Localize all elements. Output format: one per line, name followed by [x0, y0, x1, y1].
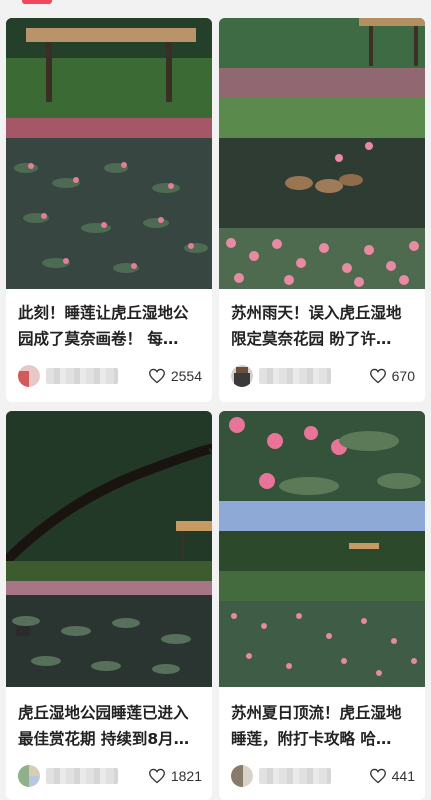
heart-outline-icon	[369, 368, 386, 384]
author-avatar[interactable]	[18, 765, 40, 787]
card-title[interactable]: 虎丘湿地公园睡莲已进入最佳赏花期 持续到8月…	[18, 700, 202, 752]
card-meta: 1821	[18, 763, 202, 789]
author-avatar[interactable]	[231, 765, 253, 787]
like-button[interactable]: 441	[369, 768, 415, 784]
card-title[interactable]: 此刻！睡莲让虎丘湿地公园成了莫奈画卷！ 每…	[18, 300, 202, 352]
author-avatar[interactable]	[18, 365, 40, 387]
card-title[interactable]: 苏州雨天！误入虎丘湿地限定莫奈花园 盼了许…	[231, 300, 415, 352]
card-cover-image[interactable]	[219, 411, 425, 687]
card-cover-image[interactable]	[6, 411, 212, 687]
card-cover-image[interactable]	[219, 18, 425, 289]
active-tab-indicator	[22, 0, 52, 4]
like-count: 1821	[170, 768, 202, 784]
note-card[interactable]: 虎丘湿地公园睡莲已进入最佳赏花期 持续到8月… 1821	[6, 411, 212, 800]
author-avatar[interactable]	[231, 365, 253, 387]
like-button[interactable]: 1821	[148, 768, 202, 784]
author-name-blurred[interactable]	[46, 368, 118, 384]
card-cover-image[interactable]	[6, 18, 212, 289]
like-button[interactable]: 670	[369, 368, 415, 384]
note-card[interactable]: 苏州雨天！误入虎丘湿地限定莫奈花园 盼了许… 670	[219, 18, 425, 402]
heart-outline-icon	[148, 368, 165, 384]
note-card[interactable]: 此刻！睡莲让虎丘湿地公园成了莫奈画卷！ 每… 2554	[6, 18, 212, 402]
author-name-blurred[interactable]	[259, 768, 331, 784]
like-count: 441	[391, 768, 415, 784]
card-meta: 2554	[18, 363, 202, 389]
top-strip	[0, 0, 431, 10]
author-name-blurred[interactable]	[259, 368, 331, 384]
heart-outline-icon	[148, 768, 165, 784]
author-name-blurred[interactable]	[46, 768, 118, 784]
like-count: 2554	[170, 368, 202, 384]
like-button[interactable]: 2554	[148, 368, 202, 384]
like-count: 670	[391, 368, 415, 384]
note-card[interactable]: 苏州夏日顶流！虎丘湿地睡莲，附打卡攻略 哈… 441	[219, 411, 425, 800]
card-meta: 670	[231, 363, 415, 389]
card-meta: 441	[231, 763, 415, 789]
card-title[interactable]: 苏州夏日顶流！虎丘湿地睡莲，附打卡攻略 哈…	[231, 700, 415, 752]
heart-outline-icon	[369, 768, 386, 784]
